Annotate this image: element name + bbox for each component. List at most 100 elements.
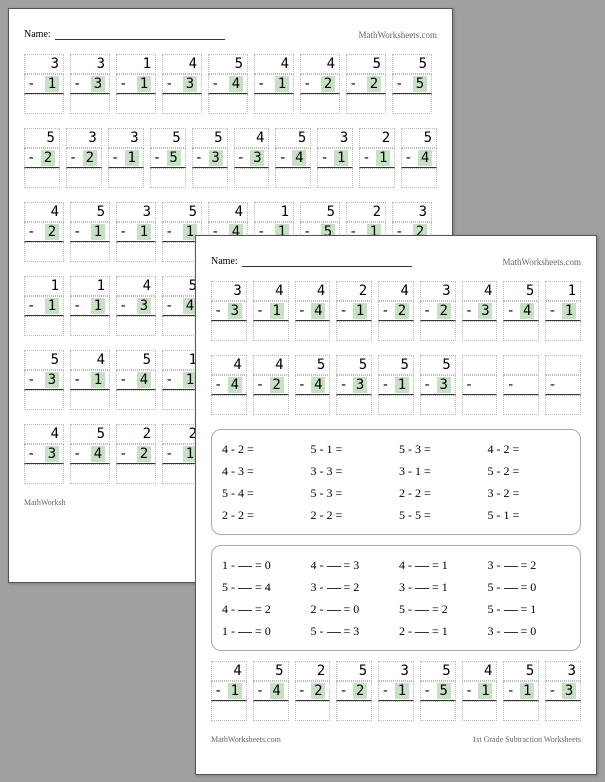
vertical-problem: 4-1 (253, 281, 289, 341)
answer-box (24, 242, 64, 262)
footer-left: MathWorksheets.com (211, 735, 281, 744)
vertical-problem: 1-1 (24, 276, 64, 336)
vertical-problem: 4-4 (295, 281, 331, 341)
vertical-problem: 4-3 (116, 276, 156, 336)
minuend: 4 (208, 202, 248, 222)
subtrahend: 2 (321, 76, 335, 92)
subtrahend-row: -4 (295, 301, 331, 321)
subtrahend-row: -3 (545, 681, 581, 701)
problem-row: 3-3 4-1 4-4 2-1 4-2 3-2 4-3 5-4 1-1 (211, 281, 581, 341)
subtrahend: 2 (367, 76, 381, 92)
blank (415, 610, 429, 611)
minuend: 4 (24, 424, 64, 444)
vertical-problem: 3-3 (70, 54, 110, 114)
subtrahend: 3 (209, 150, 223, 166)
answer-box (378, 321, 414, 341)
fill-blank-equation: 3 - = 2 (311, 576, 394, 598)
minuend: 4 (70, 350, 110, 370)
vertical-problem: 3-2 (420, 281, 456, 341)
vertical-problem: 5-3 (24, 350, 64, 410)
subtrahend-row: -3 (116, 296, 156, 316)
subtrahend-row: - (462, 375, 498, 395)
subtrahend-row: -1 (545, 301, 581, 321)
vertical-problem: 4-2 (253, 355, 289, 415)
vertical-problem: 3-1 (108, 128, 144, 188)
equation: 3 - 3 = (311, 460, 394, 482)
answer-box (253, 321, 289, 341)
answer-box (317, 168, 353, 188)
blank (238, 588, 252, 589)
answer-box (378, 395, 414, 415)
equation: 5 - 5 = (399, 504, 482, 526)
answer-box (275, 168, 311, 188)
subtrahend: 2 (437, 303, 451, 319)
minuend: 5 (503, 281, 539, 301)
equation: 4 - 3 = (222, 460, 305, 482)
vertical-problem: 5-5 (392, 54, 432, 114)
name-label: Name: (211, 256, 412, 267)
minuend (462, 355, 498, 375)
minuend: 3 (66, 128, 102, 148)
vertical-problem: 4-3 (24, 424, 64, 484)
minuend: 5 (378, 355, 414, 375)
subtrahend-row: -4 (70, 444, 110, 464)
subtrahend-row: -3 (211, 301, 247, 321)
vertical-problem: 5-2 (346, 54, 386, 114)
fill-blank-equation: 3 - = 1 (399, 576, 482, 598)
minuend: 2 (346, 202, 386, 222)
subtrahend-row: -4 (208, 74, 248, 94)
subtrahend: 1 (228, 683, 242, 699)
equation: 5 - 3 = (399, 438, 482, 460)
subtrahend: 1 (91, 224, 105, 240)
answer-box (24, 94, 64, 114)
blank (415, 566, 429, 567)
vertical-problem: 5-3 (420, 355, 456, 415)
answer-box (253, 395, 289, 415)
fill-blank-equations-box: 1 - = 04 - = 34 - = 13 - = 25 - = 43 - =… (211, 545, 581, 651)
answer-box (401, 168, 437, 188)
answer-box (346, 94, 386, 114)
subtrahend-row: -5 (150, 148, 186, 168)
equation: 3 - 2 = (488, 482, 571, 504)
vertical-problem: 4-1 (254, 54, 294, 114)
blank (415, 588, 429, 589)
minuend: 5 (24, 128, 60, 148)
vertical-problem: 4-2 (24, 202, 64, 262)
subtrahend-row: -2 (378, 301, 414, 321)
minuend: 4 (295, 281, 331, 301)
vertical-problem: 5-1 (503, 661, 539, 721)
subtrahend: 4 (137, 372, 151, 388)
footer: MathWorksheets.com 1st Grade Subtraction… (211, 735, 581, 744)
subtrahend: 1 (137, 224, 151, 240)
vertical-problem: 1-1 (545, 281, 581, 341)
subtrahend: 1 (91, 372, 105, 388)
subtrahend: 3 (137, 298, 151, 314)
subtrahend-row: -5 (392, 74, 432, 94)
blank (238, 610, 252, 611)
subtrahend-row: -3 (336, 375, 372, 395)
minuend: 5 (420, 661, 456, 681)
vertical-problem: 4-2 (300, 54, 340, 114)
answer-box (70, 464, 110, 484)
answer-box (116, 464, 156, 484)
front-problem-rows-top: 3-3 4-1 4-4 2-1 4-2 3-2 4-3 5-4 1-1 4-4 … (211, 281, 581, 415)
minuend: 4 (462, 281, 498, 301)
blank (238, 632, 252, 633)
subtrahend: 2 (353, 683, 367, 699)
minuend: 1 (24, 276, 64, 296)
answer-box (503, 395, 539, 415)
subtrahend: 3 (228, 303, 242, 319)
subtrahend-row: -1 (253, 301, 289, 321)
equation: 5 - 1 = (488, 504, 571, 526)
minuend: 4 (162, 54, 202, 74)
vertical-problem: 4-4 (211, 355, 247, 415)
answer-box (211, 395, 247, 415)
footer-right: 1st Grade Subtraction Worksheets (472, 735, 581, 744)
subtrahend: 5 (167, 150, 181, 166)
minuend: 5 (295, 355, 331, 375)
minuend (545, 355, 581, 375)
minuend: 5 (70, 424, 110, 444)
subtrahend-row: -1 (378, 681, 414, 701)
answer-box (70, 390, 110, 410)
blank (504, 610, 518, 611)
